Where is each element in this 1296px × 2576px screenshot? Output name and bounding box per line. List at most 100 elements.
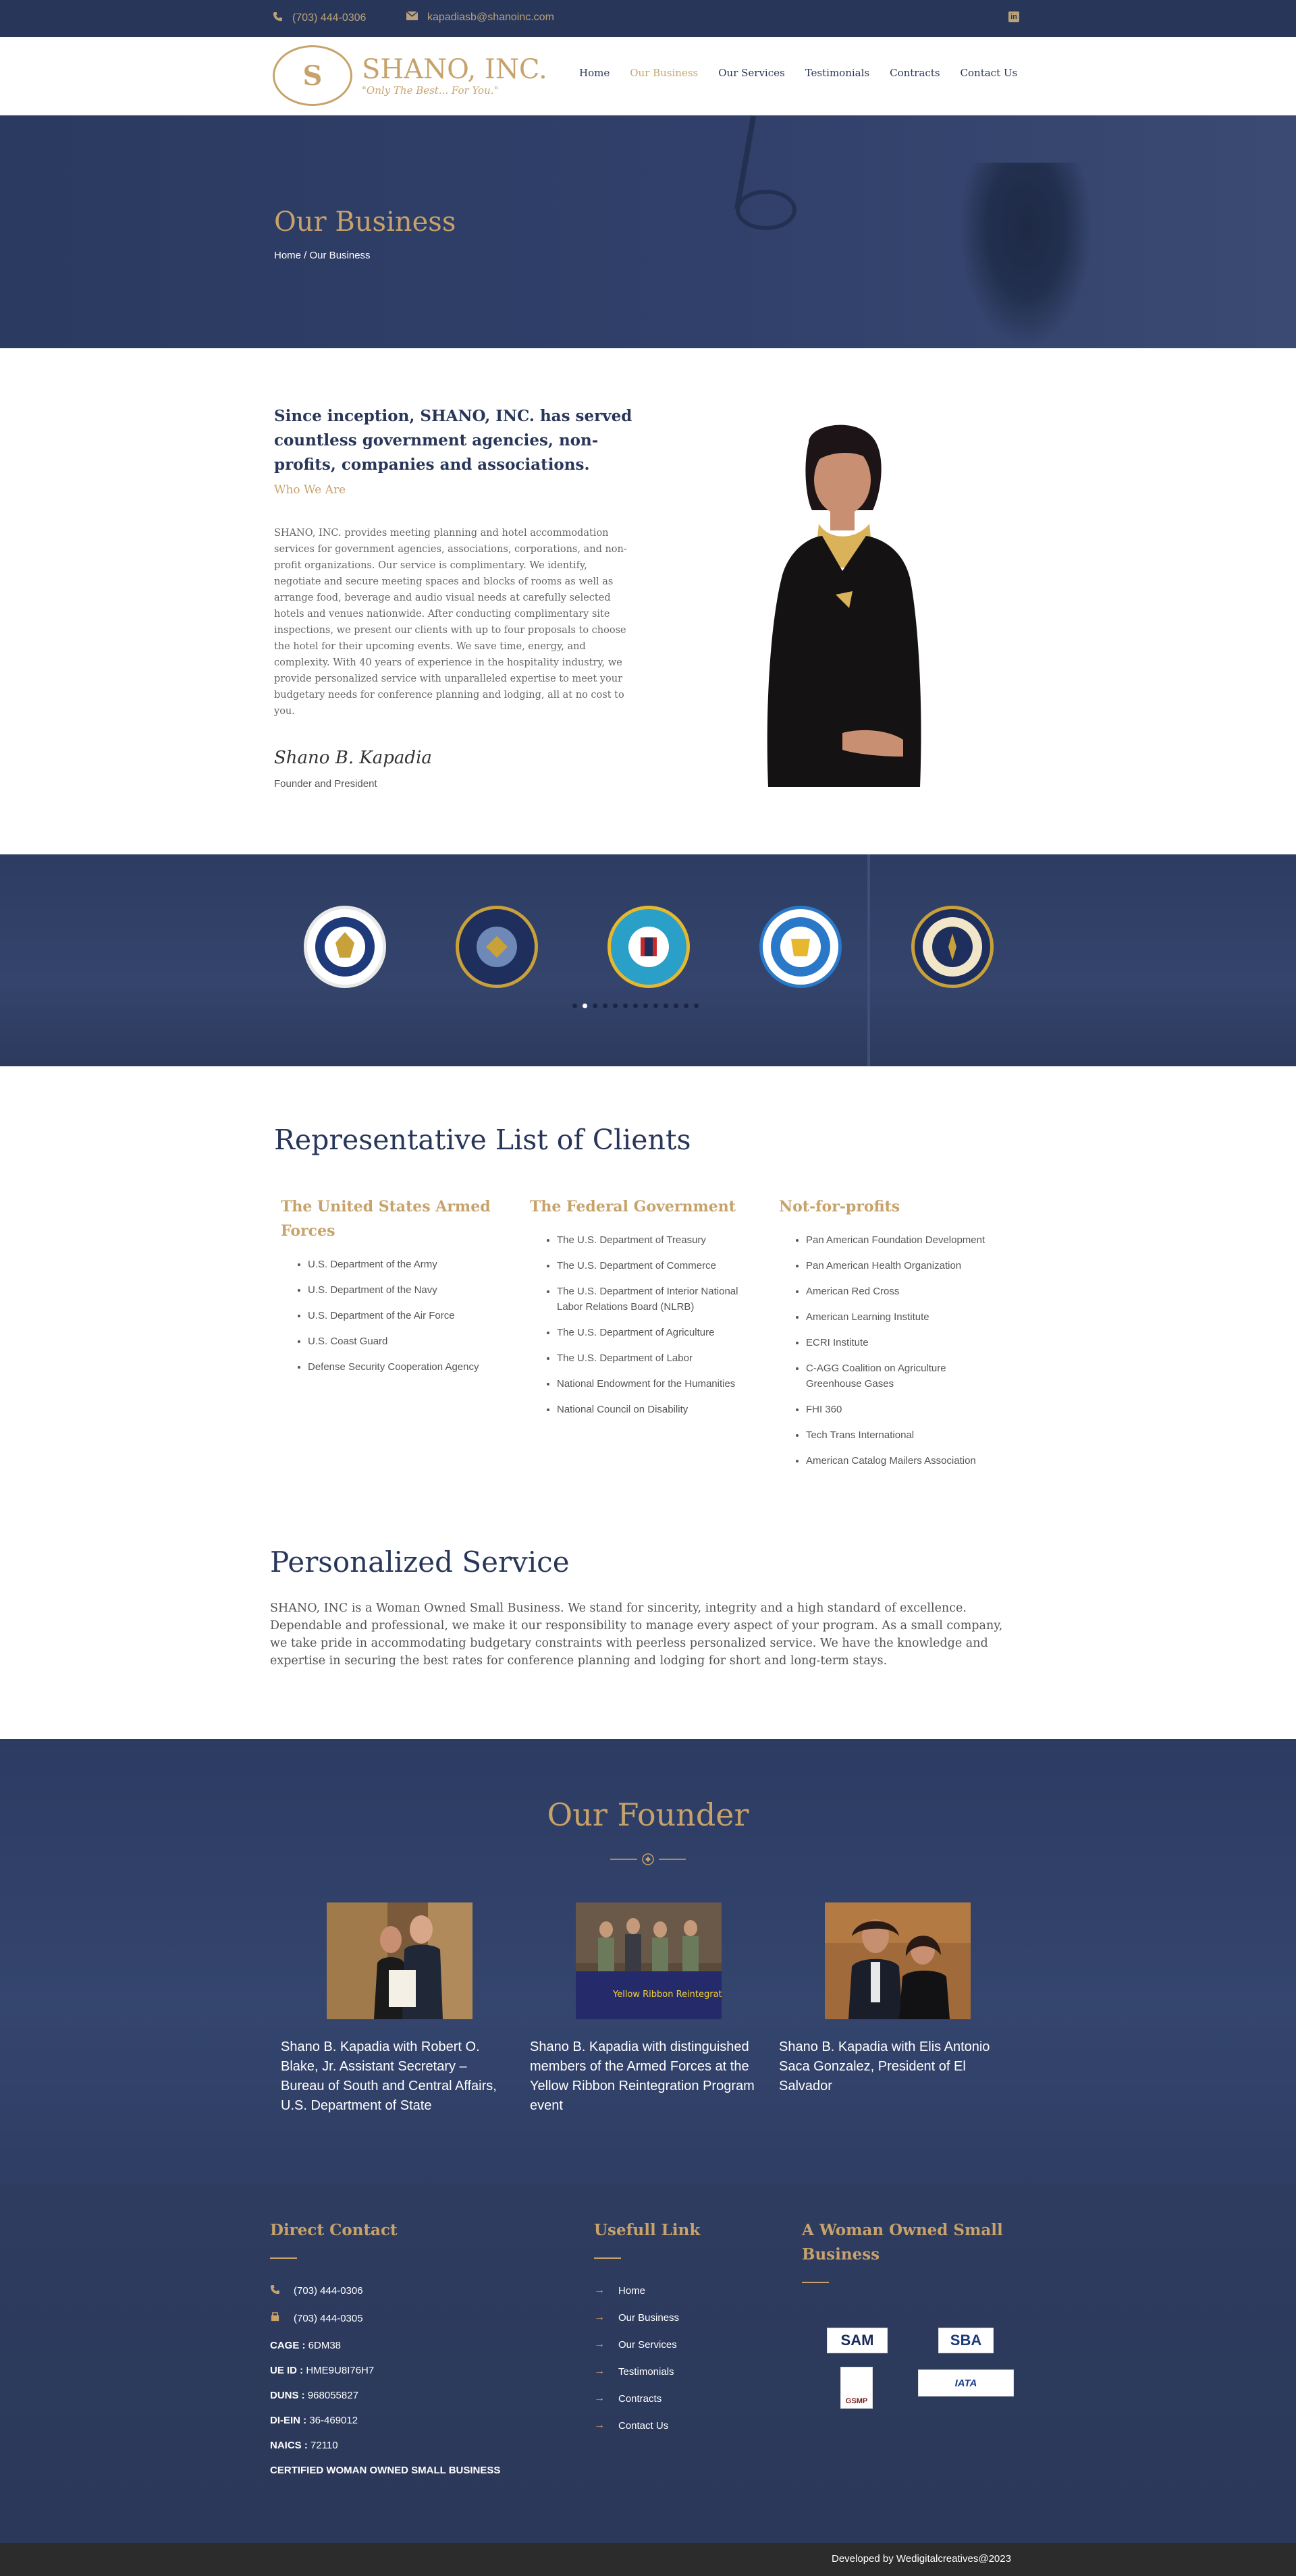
topbar-email[interactable]: kapadiasb@shanoinc.com	[406, 11, 554, 24]
footer-heading: Direct Contact	[270, 2221, 398, 2239]
list-item: The U.S. Department of Treasury	[557, 1232, 753, 1248]
carousel-dot[interactable]	[694, 1004, 699, 1008]
footer-link-contracts[interactable]: → Contracts	[594, 2392, 700, 2405]
copyright-bar: Developed by Wedigitalcreatives@2023	[0, 2543, 1296, 2576]
department-of-commerce-seal-icon	[759, 906, 842, 988]
footer-heading: A Woman Owned Small Business	[802, 2221, 1003, 2264]
column-heading: Not-for-profits	[779, 1198, 900, 1215]
footer-link-our-services[interactable]: → Our Services	[594, 2338, 700, 2351]
fax-icon	[270, 2312, 280, 2325]
phone-icon	[273, 11, 283, 25]
founder-role: Founder and President	[274, 778, 377, 790]
founder-caption: Shano B. Kapadia with Robert O. Blake, J…	[281, 2039, 497, 2113]
carousel-dot-active[interactable]	[583, 1004, 587, 1008]
nav-contact-us[interactable]: Contact Us	[961, 67, 1018, 79]
column-heading: The Federal Government	[530, 1198, 736, 1215]
hero-scale-decoration	[736, 190, 796, 230]
clients-column-armed-forces: The United States Armed Forces U.S. Depa…	[281, 1195, 504, 1385]
footer-heading: Usefull Link	[594, 2221, 701, 2239]
list-item: American Red Cross	[806, 1284, 1002, 1299]
list-item: American Catalog Mailers Association	[806, 1453, 1002, 1469]
footer-cage: CAGE : 6DM38	[270, 2340, 342, 2351]
list-item: FHI 360	[806, 1402, 1002, 1417]
developer-credit[interactable]: Developed by Wedigitalcreatives@2023	[832, 2553, 1011, 2565]
carousel-dot[interactable]	[623, 1004, 628, 1008]
carousel-dot[interactable]	[613, 1004, 618, 1008]
arrow-right-icon: →	[594, 2311, 605, 2323]
carousel-dot[interactable]	[572, 1004, 577, 1008]
coast-guard-seal-icon	[608, 906, 690, 988]
clients-section: Representative List of Clients The Unite…	[0, 1066, 1296, 1505]
nav-our-business[interactable]: Our Business	[630, 67, 698, 79]
footer-fax[interactable]: (703) 444-0305	[270, 2312, 500, 2325]
carousel-dots	[572, 1004, 699, 1008]
site-header: S SHANO, INC. "Only The Best... For You.…	[0, 37, 1296, 115]
carousel-dot[interactable]	[653, 1004, 658, 1008]
page-hero: Our Business Home / Our Business	[0, 115, 1296, 348]
agency-seals-carousel	[0, 854, 1296, 1066]
carousel-dot[interactable]	[674, 1004, 678, 1008]
carousel-dot[interactable]	[593, 1004, 597, 1008]
arrow-right-icon: →	[594, 2392, 605, 2404]
list-item: National Endowment for the Humanities	[557, 1376, 753, 1392]
linkedin-icon[interactable]: in	[1008, 11, 1019, 22]
footer-direct-contact: Direct Contact (703) 444-0306 (703) 444-…	[270, 2218, 500, 2490]
footer-link-testimonials[interactable]: → Testimonials	[594, 2365, 700, 2378]
founder-photo-yellow-ribbon[interactable]: Yellow Ribbon Reintegration Program	[576, 1902, 775, 2019]
about-heading: Since inception, SHANO, INC. has served …	[274, 407, 632, 474]
topbar-email-text: kapadiasb@shanoinc.com	[427, 11, 554, 23]
footer-ueid: UE ID : HME9U8I76H7	[270, 2365, 375, 2376]
carousel-dot[interactable]	[643, 1004, 648, 1008]
carousel-dot[interactable]	[664, 1004, 668, 1008]
site-logo[interactable]: S SHANO, INC. "Only The Best... For You.…	[273, 45, 547, 106]
nav-home[interactable]: Home	[579, 67, 610, 79]
founder-photo-el-salvador[interactable]	[825, 1902, 971, 2019]
page-title: Our Business	[274, 207, 456, 238]
founder-title: Our Founder	[547, 1797, 749, 1833]
list-item: The U.S. Department of Interior National…	[557, 1284, 753, 1315]
breadcrumb[interactable]: Home / Our Business	[274, 250, 371, 261]
carousel-dot[interactable]	[684, 1004, 688, 1008]
topbar-phone[interactable]: (703) 444-0306	[273, 11, 366, 25]
carousel-dot[interactable]	[633, 1004, 638, 1008]
department-of-labor-seal-icon	[304, 906, 386, 988]
gsmp-badge-icon: GSMP	[840, 2367, 873, 2409]
list-item: ECRI Institute	[806, 1335, 1002, 1350]
personalized-service-text: SHANO, INC is a Woman Owned Small Busine…	[270, 1601, 1003, 1668]
founder-photo-state-department[interactable]	[327, 1902, 473, 2019]
footer-link-our-business[interactable]: → Our Business	[594, 2311, 700, 2324]
list-item: Pan American Health Organization	[806, 1258, 1002, 1273]
founder-card: Yellow Ribbon Reintegration Program Shan…	[530, 1902, 775, 2116]
list-item: U.S. Department of the Navy	[308, 1282, 504, 1298]
about-paragraph: SHANO, INC. provides meeting planning an…	[274, 528, 627, 717]
personalized-service-title: Personalized Service	[270, 1545, 570, 1579]
footer-duns: DUNS : 968055827	[270, 2390, 358, 2401]
nav-our-services[interactable]: Our Services	[718, 67, 784, 79]
list-item: U.S. Department of the Air Force	[308, 1308, 504, 1323]
footer-phone-text: (703) 444-0306	[294, 2285, 363, 2297]
footer-link-contact-us[interactable]: → Contact Us	[594, 2419, 700, 2432]
list-item: The U.S. Department of Labor	[557, 1350, 753, 1366]
dod-seal-icon	[456, 906, 538, 988]
footer-phone[interactable]: (703) 444-0306	[270, 2284, 500, 2297]
nav-contracts[interactable]: Contracts	[890, 67, 940, 79]
logo-name: SHANO, INC.	[362, 54, 547, 85]
list-item: C-AGG Coalition on Agriculture Greenhous…	[806, 1361, 1002, 1392]
client-list: U.S. Department of the Army U.S. Departm…	[281, 1257, 504, 1375]
footer-fax-text: (703) 444-0305	[294, 2313, 363, 2324]
client-list: The U.S. Department of Treasury The U.S.…	[530, 1232, 753, 1417]
clients-title: Representative List of Clients	[274, 1124, 691, 1156]
client-list: Pan American Foundation Development Pan …	[779, 1232, 1002, 1469]
footer-useful-links: Usefull Link → Home → Our Business → Our Se…	[594, 2218, 700, 2446]
nav-testimonials[interactable]: Testimonials	[805, 67, 869, 79]
list-item: The U.S. Department of Agriculture	[557, 1325, 753, 1340]
footer-link-home[interactable]: → Home	[594, 2284, 700, 2297]
founder-caption: Shano B. Kapadia with distinguished memb…	[530, 2039, 755, 2113]
carousel-dot[interactable]	[603, 1004, 608, 1008]
founder-portrait	[767, 424, 921, 787]
top-bar: (703) 444-0306 kapadiasb@shanoinc.com in	[0, 0, 1296, 37]
logo-seal-icon: S	[273, 45, 352, 106]
ornament-divider-icon	[610, 1853, 686, 1865]
column-heading: The United States Armed Forces	[281, 1198, 491, 1240]
clients-column-federal: The Federal Government The U.S. Departme…	[530, 1195, 753, 1427]
